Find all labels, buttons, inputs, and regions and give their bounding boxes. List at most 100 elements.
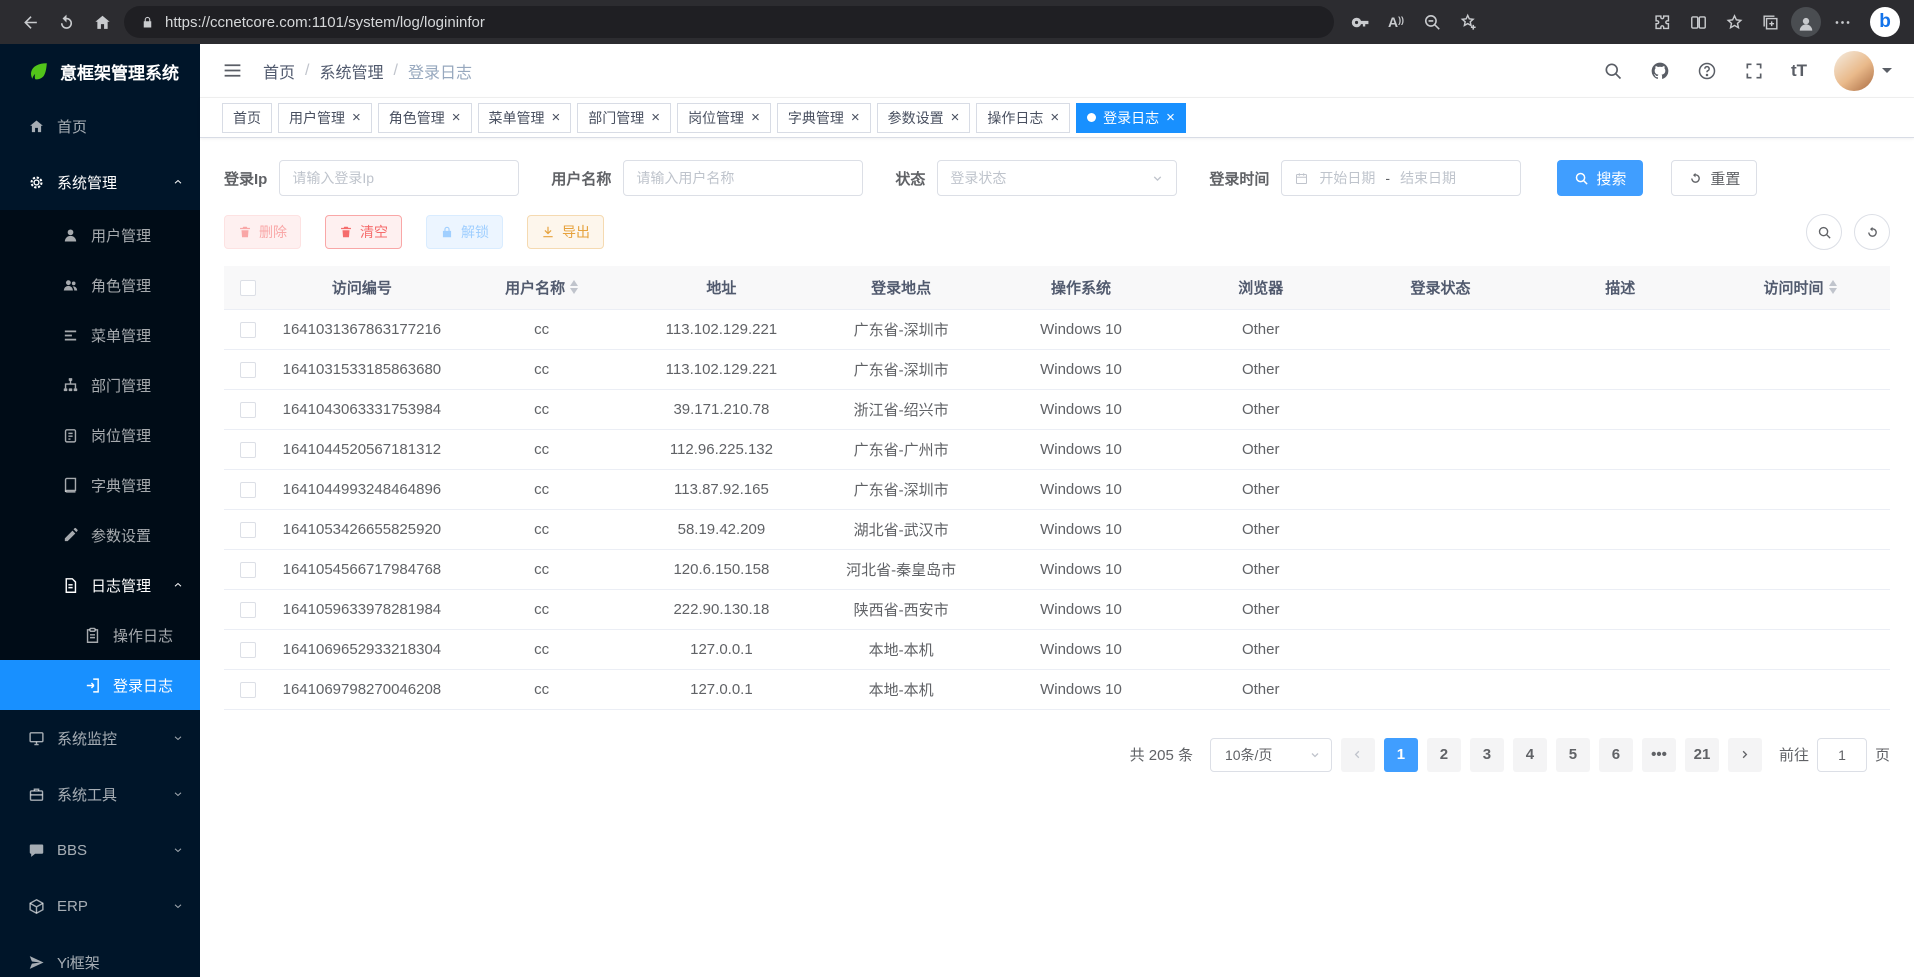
table-row[interactable]: 1641044520567181312 cc 112.96.225.132 广东… bbox=[224, 429, 1890, 469]
delete-button[interactable]: 删除 bbox=[224, 215, 301, 249]
browser-address-bar[interactable]: https://ccnetcore.com:1101/system/log/lo… bbox=[124, 6, 1334, 38]
close-icon[interactable]: × bbox=[651, 110, 660, 125]
page-button[interactable]: 6 bbox=[1599, 738, 1633, 772]
table-row[interactable]: 1641043063331753984 cc 39.171.210.78 浙江省… bbox=[224, 389, 1890, 429]
sidebar-item-tools[interactable]: 系统工具 bbox=[0, 766, 200, 822]
export-button[interactable]: 导出 bbox=[527, 215, 604, 249]
font-size-icon[interactable]: tT bbox=[1791, 61, 1807, 81]
close-icon[interactable]: × bbox=[452, 110, 461, 125]
sidebar-item-user-mgmt[interactable]: 用户管理 bbox=[0, 210, 200, 260]
next-page-button[interactable] bbox=[1728, 738, 1762, 772]
tab-dict-mgmt[interactable]: 字典管理× bbox=[777, 103, 871, 133]
sidebar-item-role-mgmt[interactable]: 角色管理 bbox=[0, 260, 200, 310]
table-row[interactable]: 1641054566717984768 cc 120.6.150.158 河北省… bbox=[224, 549, 1890, 589]
refresh-table-button[interactable] bbox=[1854, 214, 1890, 250]
table-row[interactable]: 1641059633978281984 cc 222.90.130.18 陕西省… bbox=[224, 589, 1890, 629]
tab-param-settings[interactable]: 参数设置× bbox=[877, 103, 971, 133]
tab-login-log[interactable]: 登录日志× bbox=[1076, 103, 1186, 133]
favorites-icon[interactable] bbox=[1716, 5, 1752, 39]
zoom-icon[interactable] bbox=[1414, 5, 1450, 39]
prev-page-button[interactable] bbox=[1341, 738, 1375, 772]
sidebar-item-login-log[interactable]: 登录日志 bbox=[0, 660, 200, 710]
table-row[interactable]: 1641031367863177216 cc 113.102.129.221 广… bbox=[224, 309, 1890, 349]
tab-user-mgmt[interactable]: 用户管理× bbox=[278, 103, 372, 133]
site-info-icon[interactable] bbox=[140, 15, 155, 30]
close-icon[interactable]: × bbox=[751, 110, 760, 125]
close-icon[interactable]: × bbox=[352, 110, 361, 125]
date-range-picker[interactable]: 开始日期 - 结束日期 bbox=[1281, 160, 1521, 196]
sidebar-item-bbs[interactable]: BBS bbox=[0, 822, 200, 878]
sidebar-item-param-settings[interactable]: 参数设置 bbox=[0, 510, 200, 560]
tab-oper-log[interactable]: 操作日志× bbox=[976, 103, 1070, 133]
bing-copilot-icon[interactable]: b bbox=[1870, 7, 1900, 37]
breadcrumb-system[interactable]: 系统管理 bbox=[319, 59, 383, 83]
sidebar-item-yi-framework[interactable]: Yi框架 bbox=[0, 934, 200, 977]
collections-icon[interactable] bbox=[1752, 5, 1788, 39]
sidebar-item-menu-mgmt[interactable]: 菜单管理 bbox=[0, 310, 200, 360]
read-aloud-icon[interactable]: A)) bbox=[1378, 5, 1414, 39]
select-all-checkbox[interactable] bbox=[240, 280, 256, 296]
toggle-search-button[interactable] bbox=[1806, 214, 1842, 250]
page-button[interactable]: 2 bbox=[1427, 738, 1461, 772]
sidebar-item-dept-mgmt[interactable]: 部门管理 bbox=[0, 360, 200, 410]
sidebar-item-dict-mgmt[interactable]: 字典管理 bbox=[0, 460, 200, 510]
close-icon[interactable]: × bbox=[951, 110, 960, 125]
tab-role-mgmt[interactable]: 角色管理× bbox=[378, 103, 472, 133]
row-checkbox[interactable] bbox=[240, 682, 256, 698]
close-icon[interactable]: × bbox=[552, 110, 561, 125]
header-search-icon[interactable] bbox=[1603, 61, 1623, 81]
close-icon[interactable]: × bbox=[851, 110, 860, 125]
tab-home[interactable]: 首页 bbox=[222, 103, 272, 133]
more-pages-button[interactable]: ••• bbox=[1642, 738, 1676, 772]
page-button[interactable]: 1 bbox=[1384, 738, 1418, 772]
row-checkbox[interactable] bbox=[240, 362, 256, 378]
goto-page-input[interactable] bbox=[1817, 738, 1867, 772]
sidebar-item-home[interactable]: 首页 bbox=[0, 98, 200, 154]
page-size-select[interactable]: 10条/页 bbox=[1210, 738, 1332, 772]
collapse-sidebar-button[interactable] bbox=[222, 60, 243, 81]
breadcrumb-home[interactable]: 首页 bbox=[263, 59, 295, 83]
favorite-add-icon[interactable] bbox=[1450, 5, 1486, 39]
row-checkbox[interactable] bbox=[240, 602, 256, 618]
search-button[interactable]: 搜索 bbox=[1557, 160, 1643, 196]
row-checkbox[interactable] bbox=[240, 522, 256, 538]
sort-icon[interactable] bbox=[570, 280, 578, 294]
user-menu[interactable] bbox=[1834, 51, 1892, 91]
extensions-icon[interactable] bbox=[1644, 5, 1680, 39]
page-button[interactable]: 4 bbox=[1513, 738, 1547, 772]
row-checkbox[interactable] bbox=[240, 402, 256, 418]
table-row[interactable]: 1641031533185863680 cc 113.102.129.221 广… bbox=[224, 349, 1890, 389]
fullscreen-icon[interactable] bbox=[1744, 61, 1764, 81]
help-icon[interactable] bbox=[1697, 61, 1717, 81]
browser-back-button[interactable] bbox=[12, 5, 48, 39]
page-button[interactable]: 5 bbox=[1556, 738, 1590, 772]
col-time[interactable]: 访问时间 bbox=[1710, 266, 1890, 309]
row-checkbox[interactable] bbox=[240, 442, 256, 458]
reset-button[interactable]: 重置 bbox=[1671, 160, 1757, 196]
user-name-input[interactable] bbox=[623, 160, 863, 196]
row-checkbox[interactable] bbox=[240, 482, 256, 498]
page-button[interactable]: 3 bbox=[1470, 738, 1504, 772]
page-button[interactable]: 21 bbox=[1685, 738, 1719, 772]
browser-home-button[interactable] bbox=[84, 5, 120, 39]
app-logo[interactable]: 意框架管理系统 bbox=[0, 44, 200, 98]
table-row[interactable]: 1641069652933218304 cc 127.0.0.1 本地-本机 W… bbox=[224, 629, 1890, 669]
github-icon[interactable] bbox=[1650, 61, 1670, 81]
sort-icon[interactable] bbox=[1829, 280, 1837, 294]
close-icon[interactable]: × bbox=[1166, 110, 1175, 125]
tab-menu-mgmt[interactable]: 菜单管理× bbox=[478, 103, 572, 133]
browser-profile-button[interactable] bbox=[1788, 5, 1824, 39]
sidebar-item-log-mgmt[interactable]: 日志管理 bbox=[0, 560, 200, 610]
status-select[interactable]: 登录状态 bbox=[937, 160, 1177, 196]
browser-menu-button[interactable] bbox=[1824, 5, 1860, 39]
col-user[interactable]: 用户名称 bbox=[452, 266, 632, 309]
row-checkbox[interactable] bbox=[240, 642, 256, 658]
sidebar-item-system[interactable]: 系统管理 bbox=[0, 154, 200, 210]
unlock-button[interactable]: 解锁 bbox=[426, 215, 503, 249]
sidebar-item-erp[interactable]: ERP bbox=[0, 878, 200, 934]
close-icon[interactable]: × bbox=[1050, 110, 1059, 125]
sidebar-item-post-mgmt[interactable]: 岗位管理 bbox=[0, 410, 200, 460]
tab-dept-mgmt[interactable]: 部门管理× bbox=[577, 103, 671, 133]
password-key-icon[interactable] bbox=[1342, 5, 1378, 39]
row-checkbox[interactable] bbox=[240, 322, 256, 338]
